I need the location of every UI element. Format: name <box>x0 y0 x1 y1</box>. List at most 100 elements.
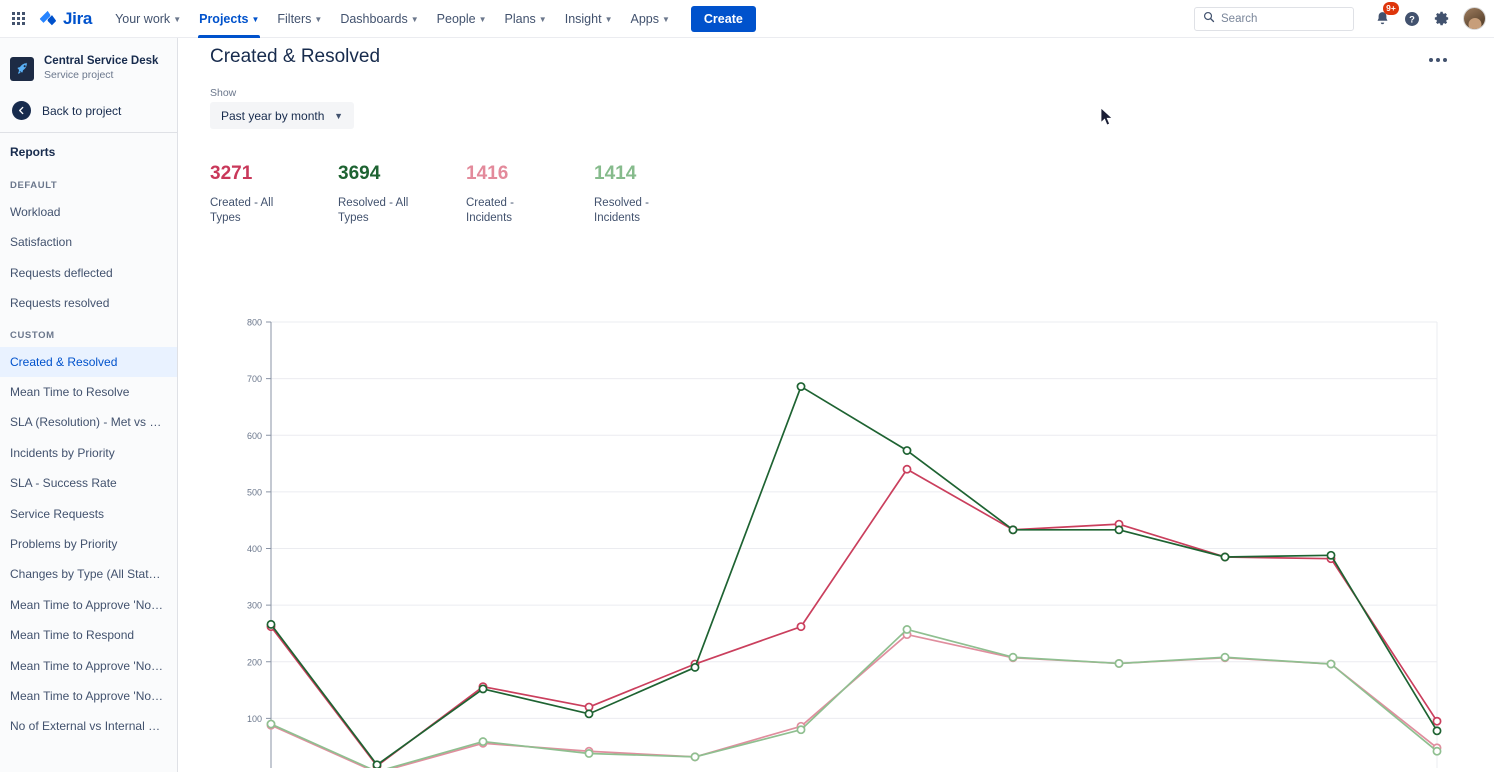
sidebar-section-title: Reports <box>0 133 177 169</box>
nav-label: Your work <box>115 12 170 26</box>
stat-label: Created - Incidents <box>466 196 538 227</box>
stat-value: 3271 <box>210 164 338 185</box>
svg-text:700: 700 <box>247 374 262 384</box>
chevron-down-icon: ▼ <box>411 16 419 24</box>
sidebar-item-mean-time-to-approve-1[interactable]: Mean Time to Approve 'Norm... <box>0 590 177 620</box>
sidebar-project-header[interactable]: Central Service Desk Service project <box>0 38 177 93</box>
project-sidebar: Central Service Desk Service project Bac… <box>0 38 178 772</box>
chevron-down-icon: ▼ <box>173 16 181 24</box>
nav-item-your-work[interactable]: Your work ▼ <box>106 0 190 38</box>
main-content: Created & Resolved Show Past year by mon… <box>178 38 1494 772</box>
search-placeholder: Search <box>1221 13 1257 25</box>
nav-item-apps[interactable]: Apps ▼ <box>621 0 678 38</box>
nav-item-insight[interactable]: Insight ▼ <box>556 0 622 38</box>
project-name: Central Service Desk <box>44 54 158 68</box>
nav-item-plans[interactable]: Plans ▼ <box>496 0 556 38</box>
sidebar-item-problems-by-priority[interactable]: Problems by Priority <box>0 529 177 559</box>
settings-button[interactable] <box>1428 5 1456 33</box>
sidebar-item-requests-resolved[interactable]: Requests resolved <box>0 288 177 318</box>
stat-created-all-types: 3271 Created - All Types <box>210 164 338 227</box>
notification-badge: 9+ <box>1383 2 1399 15</box>
jira-logo[interactable]: Jira <box>38 9 92 29</box>
project-type: Service project <box>44 68 158 83</box>
ellipsis-icon[interactable] <box>1424 46 1452 74</box>
svg-text:800: 800 <box>247 318 262 328</box>
nav-label: Dashboards <box>340 12 407 26</box>
sidebar-item-mean-time-to-respond[interactable]: Mean Time to Respond <box>0 620 177 650</box>
sidebar-project-text: Central Service Desk Service project <box>44 54 158 83</box>
chevron-down-icon: ▼ <box>479 16 487 24</box>
jira-wordmark: Jira <box>63 9 92 29</box>
nav-label: Filters <box>277 12 311 26</box>
stat-value: 1414 <box>594 164 722 185</box>
help-button[interactable]: ? <box>1398 5 1426 33</box>
svg-text:100: 100 <box>247 714 262 724</box>
sidebar-item-sla-resolution-met-vs-breached[interactable]: SLA (Resolution) - Met vs Bre... <box>0 407 177 437</box>
nav-item-dashboards[interactable]: Dashboards ▼ <box>331 0 427 38</box>
svg-text:300: 300 <box>247 601 262 611</box>
svg-text:600: 600 <box>247 431 262 441</box>
user-avatar[interactable] <box>1463 7 1486 30</box>
search-input[interactable]: Search <box>1194 7 1354 31</box>
chevron-down-icon: ▼ <box>605 16 613 24</box>
series-2 <box>267 631 1440 768</box>
nav-item-people[interactable]: People ▼ <box>428 0 496 38</box>
nav-item-filters[interactable]: Filters ▼ <box>268 0 331 38</box>
series-3 <box>267 626 1440 768</box>
summary-stats: 3271 Created - All Types 3694 Resolved -… <box>178 129 1494 227</box>
back-arrow-icon <box>12 101 31 120</box>
stat-label: Created - All Types <box>210 196 282 227</box>
svg-text:200: 200 <box>247 657 262 667</box>
stat-label: Resolved - All Types <box>338 196 410 227</box>
sidebar-item-changes-by-type[interactable]: Changes by Type (All Statuses) <box>0 559 177 589</box>
app-switcher-icon[interactable] <box>4 0 32 38</box>
sidebar-item-sla-success-rate[interactable]: SLA - Success Rate <box>0 468 177 498</box>
back-to-project-label: Back to project <box>42 104 121 118</box>
chevron-down-icon: ▼ <box>314 16 322 24</box>
svg-text:400: 400 <box>247 544 262 554</box>
nav-label: Plans <box>505 12 536 26</box>
stat-label: Resolved - Incidents <box>594 196 666 227</box>
chevron-down-icon: ▼ <box>539 16 547 24</box>
notifications-button[interactable]: 9+ <box>1368 5 1396 33</box>
stat-resolved-all-types: 3694 Resolved - All Types <box>338 164 466 227</box>
sidebar-group-label-default: DEFAULT <box>0 169 177 197</box>
svg-text:500: 500 <box>247 487 262 497</box>
back-to-project-button[interactable]: Back to project <box>0 93 177 132</box>
sidebar-item-external-vs-internal[interactable]: No of External vs Internal Ser... <box>0 711 177 741</box>
stat-value: 3694 <box>338 164 466 185</box>
stat-resolved-incidents: 1414 Resolved - Incidents <box>594 164 722 227</box>
show-label: Show <box>178 68 1494 102</box>
period-select-value: Past year by month <box>221 109 324 123</box>
sidebar-item-workload[interactable]: Workload <box>0 197 177 227</box>
jira-mark-icon <box>38 9 58 29</box>
created-resolved-line-chart[interactable]: 0100200300400500600700800Nov 1Dec 1Jan 1… <box>178 268 1494 768</box>
nav-label: Apps <box>630 12 659 26</box>
sidebar-item-mean-time-to-approve-3[interactable]: Mean Time to Approve 'Norm... <box>0 681 177 711</box>
chevron-down-icon: ▼ <box>251 16 259 24</box>
nav-label: People <box>437 12 476 26</box>
create-button[interactable]: Create <box>691 6 756 32</box>
sidebar-group-label-custom: CUSTOM <box>0 319 177 347</box>
sidebar-item-created-and-resolved[interactable]: Created & Resolved <box>0 347 177 377</box>
nav-label: Projects <box>199 12 248 26</box>
nav-item-projects[interactable]: Projects ▼ <box>190 0 268 38</box>
search-icon <box>1203 10 1215 28</box>
sidebar-item-service-requests[interactable]: Service Requests <box>0 499 177 529</box>
chart-svg: 0100200300400500600700800Nov 1Dec 1Jan 1… <box>178 268 1494 768</box>
sidebar-item-satisfaction[interactable]: Satisfaction <box>0 227 177 257</box>
sidebar-item-mean-time-to-resolve[interactable]: Mean Time to Resolve <box>0 377 177 407</box>
nav-label: Insight <box>565 12 602 26</box>
sidebar-item-mean-time-to-approve-2[interactable]: Mean Time to Approve 'Norm... <box>0 651 177 681</box>
stat-created-incidents: 1416 Created - Incidents <box>466 164 594 227</box>
sidebar-item-requests-deflected[interactable]: Requests deflected <box>0 258 177 288</box>
svg-text:?: ? <box>1409 14 1415 24</box>
top-navigation-bar: Jira Your work ▼ Projects ▼ Filters ▼ Da… <box>0 0 1494 38</box>
series-0 <box>267 466 1440 768</box>
page-title: Created & Resolved <box>178 38 1494 68</box>
period-select[interactable]: Past year by month ▼ <box>210 102 354 129</box>
project-avatar-icon <box>10 57 34 81</box>
topnav-right-group: Search 9+ ? <box>1194 5 1494 33</box>
sidebar-item-incidents-by-priority[interactable]: Incidents by Priority <box>0 438 177 468</box>
series-1 <box>267 383 1440 768</box>
